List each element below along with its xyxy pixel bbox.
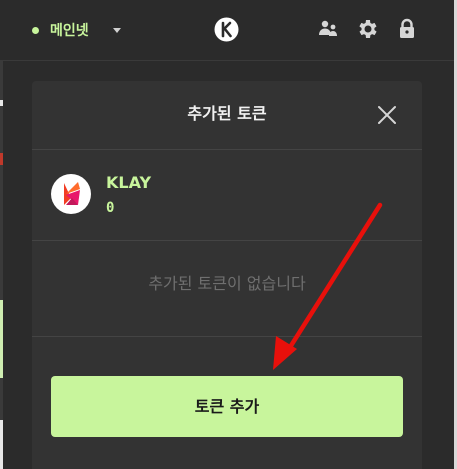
app-frame: 메인넷 추가된 토큰 KLAY 0 추가된 토큰이 없습니다 토큰 추가 bbox=[0, 0, 457, 469]
top-bar: 메인넷 bbox=[0, 0, 454, 61]
network-status-dot bbox=[32, 26, 39, 34]
token-symbol: KLAY bbox=[106, 173, 152, 192]
lock-icon[interactable] bbox=[395, 17, 419, 41]
network-selector[interactable]: 메인넷 bbox=[32, 19, 121, 41]
klay-token-icon bbox=[51, 174, 91, 214]
empty-message: 추가된 토큰이 없습니다 bbox=[148, 274, 306, 293]
background-page-edge bbox=[0, 300, 3, 378]
modal-header: 추가된 토큰 bbox=[32, 81, 422, 150]
background-page-edge bbox=[0, 153, 3, 165]
close-icon[interactable] bbox=[375, 103, 399, 127]
gear-icon[interactable] bbox=[356, 17, 380, 41]
token-list-item[interactable]: KLAY 0 bbox=[32, 150, 422, 241]
empty-token-list: 추가된 토큰이 없습니다 bbox=[32, 241, 422, 337]
left-gutter bbox=[0, 60, 3, 469]
added-tokens-modal: 추가된 토큰 KLAY 0 추가된 토큰이 없습니다 토큰 추가 bbox=[32, 81, 422, 469]
add-token-button[interactable]: 토큰 추가 bbox=[51, 376, 403, 437]
modal-title: 추가된 토큰 bbox=[187, 104, 267, 123]
background-page-edge bbox=[0, 100, 3, 106]
chevron-down-icon bbox=[112, 27, 121, 33]
klaytn-logo-icon bbox=[214, 17, 239, 42]
network-label: 메인넷 bbox=[50, 23, 89, 39]
token-balance: 0 bbox=[106, 200, 115, 216]
background-page-edge bbox=[0, 420, 3, 469]
accounts-icon[interactable] bbox=[316, 17, 340, 41]
